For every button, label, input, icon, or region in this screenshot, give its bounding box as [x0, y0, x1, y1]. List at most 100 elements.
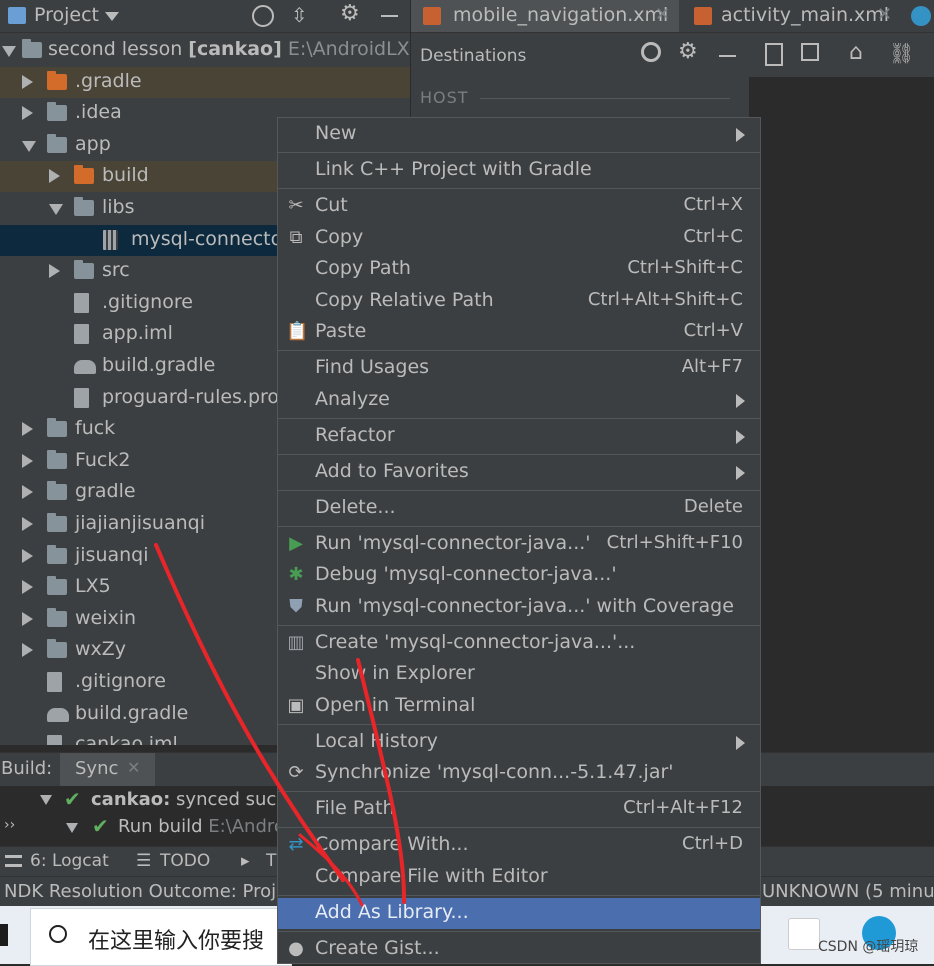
chevron-right-icon[interactable]	[49, 169, 60, 184]
chevron-right-icon[interactable]	[22, 453, 33, 468]
tree-row-label: cankao.iml	[75, 733, 178, 745]
menu-item-debug-mysql-connector-java[interactable]: ✱ Debug 'mysql-connector-java...'	[278, 560, 760, 591]
menu-item-create-mysql-connector-java[interactable]: ▥ Create 'mysql-connector-java...'...	[278, 628, 760, 659]
gear-icon[interactable]: ⚙	[340, 1, 360, 26]
menu-item-label: Run 'mysql-connector-java...' with Cover…	[315, 595, 734, 617]
menu-item-synchronize-mysql-conn-5-1-47-jar[interactable]: ⟳ Synchronize 'mysql-conn...-5.1.47.jar'	[278, 758, 760, 789]
menu-item-label: Show in Explorer	[315, 662, 475, 684]
menu-item-copy-relative-path[interactable]: Copy Relative Path Ctrl+Alt+Shift+C	[278, 286, 760, 317]
new-destination-icon[interactable]	[765, 43, 783, 66]
navigation-canvas[interactable]	[749, 77, 934, 717]
menu-item-copy-path[interactable]: Copy Path Ctrl+Shift+C	[278, 254, 760, 285]
menu-item-run-mysql-connector-java-with-coverage[interactable]: ⛊ Run 'mysql-connector-java...' with Cove…	[278, 592, 760, 623]
close-icon[interactable]: ✕	[877, 4, 892, 25]
menu-item-label: Local History	[315, 730, 438, 752]
minimize-icon[interactable]	[719, 55, 736, 57]
sync-tab-label: Sync	[75, 758, 119, 779]
home-icon[interactable]: ⌂	[849, 40, 863, 65]
chevron-down-icon[interactable]	[49, 203, 63, 215]
collapse-all-icon[interactable]: ⇳	[291, 3, 308, 27]
menu-item-delete[interactable]: Delete... Delete	[278, 493, 760, 524]
menu-item-label: Compare With...	[315, 833, 469, 855]
menu-separator	[278, 188, 760, 189]
store-icon[interactable]	[788, 918, 820, 950]
chevron-right-icon[interactable]	[22, 611, 33, 626]
chevron-right-icon[interactable]	[22, 106, 33, 121]
chevron-down-icon[interactable]	[40, 795, 52, 805]
tree-row-label: .gitignore	[102, 290, 193, 313]
scissors-icon: ✂	[288, 195, 304, 216]
folder-icon	[47, 449, 67, 469]
nested-graph-icon[interactable]	[801, 43, 819, 61]
tab-mobile-navigation[interactable]: mobile_navigation.xml ✕	[411, 0, 679, 32]
menu-separator	[278, 418, 760, 419]
status-message[interactable]: NDK Resolution Outcome: Proje	[4, 881, 287, 902]
menu-item-analyze[interactable]: Analyze	[278, 385, 760, 416]
todo-tool-button[interactable]: TODO	[160, 851, 210, 871]
menu-item-paste[interactable]: 📋 Paste Ctrl+V	[278, 317, 760, 348]
menu-separator	[278, 526, 760, 527]
chevron-right-icon[interactable]	[22, 485, 33, 500]
start-button[interactable]	[0, 924, 8, 946]
link-icon[interactable]: ⛓	[889, 41, 914, 65]
tree-root[interactable]: second lesson [cankao] E:\AndroidLXWXC	[0, 35, 410, 66]
build-label: Build:	[1, 758, 53, 779]
chevron-right-icon[interactable]	[22, 516, 33, 531]
menu-item-local-history[interactable]: Local History	[278, 727, 760, 758]
menu-item-cut[interactable]: ✂ Cut Ctrl+X	[278, 191, 760, 222]
taskbar-search[interactable]: 在这里输入你要搜	[30, 908, 292, 966]
tree-row-label: libs	[102, 195, 135, 218]
menu-item-new[interactable]: New	[278, 119, 760, 150]
chevron-right-icon	[736, 128, 745, 142]
search-icon[interactable]	[641, 42, 661, 62]
menu-item-add-to-favorites[interactable]: Add to Favorites	[278, 457, 760, 488]
menu-item-shortcut: Ctrl+C	[683, 226, 743, 247]
tree-row[interactable]: .gradle	[0, 66, 410, 98]
menu-item-open-in-terminal[interactable]: ▣ Open in Terminal	[278, 691, 760, 722]
chevron-right-icon[interactable]	[22, 548, 33, 563]
chevron-right-icon[interactable]	[22, 422, 33, 437]
chevron-right-icon[interactable]	[22, 643, 33, 658]
menu-item-shortcut: Ctrl+Alt+F12	[623, 797, 743, 818]
tab-class[interactable]	[902, 0, 934, 32]
menu-item-label: Link C++ Project with Gradle	[315, 158, 592, 180]
menu-item-label: Run 'mysql-connector-java...'	[315, 532, 591, 554]
menu-item-create-gist[interactable]: ● Create Gist...	[278, 934, 760, 965]
menu-item-find-usages[interactable]: Find Usages Alt+F7	[278, 353, 760, 384]
menu-item-link-c-project-with-gradle[interactable]: Link C++ Project with Gradle	[278, 155, 760, 186]
project-view-title[interactable]: Project	[34, 4, 99, 26]
menu-item-show-in-explorer[interactable]: Show in Explorer	[278, 659, 760, 690]
chevron-down-icon[interactable]	[66, 823, 78, 833]
tab-sync[interactable]: Sync ✕	[60, 753, 155, 787]
close-icon[interactable]: ✕	[127, 758, 140, 777]
menu-item-compare-with[interactable]: ⇄ Compare With... Ctrl+D	[278, 830, 760, 861]
menu-item-compare-file-with-editor[interactable]: Compare File with Editor	[278, 862, 760, 893]
menu-separator	[278, 152, 760, 153]
terminal-tool-button[interactable]: T	[266, 851, 276, 871]
menu-separator	[278, 625, 760, 626]
chevron-down-icon[interactable]	[2, 46, 16, 57]
class-icon	[911, 6, 931, 26]
chevron-right-icon[interactable]	[22, 74, 33, 89]
tab-activity-main[interactable]: activity_main.xml ✕	[680, 0, 901, 32]
xml-file-icon	[694, 7, 712, 25]
module-folder-icon	[22, 39, 42, 58]
menu-item-file-path[interactable]: File Path Ctrl+Alt+F12	[278, 794, 760, 825]
logcat-tool-button[interactable]: 6: Logcat	[30, 851, 109, 871]
chevron-right-icon[interactable]	[22, 580, 33, 595]
expand-more-icon[interactable]: ››	[4, 817, 15, 833]
close-icon[interactable]: ✕	[655, 4, 670, 25]
chevron-down-icon[interactable]	[22, 140, 36, 152]
minimize-icon[interactable]	[381, 15, 398, 17]
chevron-right-icon[interactable]	[49, 264, 60, 279]
menu-item-add-as-library[interactable]: Add As Library...	[278, 898, 760, 929]
gear-icon[interactable]: ⚙	[678, 39, 698, 64]
menu-item-refactor[interactable]: Refactor	[278, 421, 760, 452]
locate-icon[interactable]	[252, 5, 274, 27]
menu-item-run-mysql-connector-java[interactable]: ▶ Run 'mysql-connector-java...' Ctrl+Shift…	[278, 529, 760, 560]
folder-icon	[47, 607, 67, 627]
menu-item-shortcut: Ctrl+Alt+Shift+C	[587, 289, 743, 310]
menu-item-copy[interactable]: ⧉ Copy Ctrl+C	[278, 223, 760, 254]
chevron-down-icon[interactable]	[105, 12, 119, 21]
gradle-icon	[74, 359, 96, 374]
